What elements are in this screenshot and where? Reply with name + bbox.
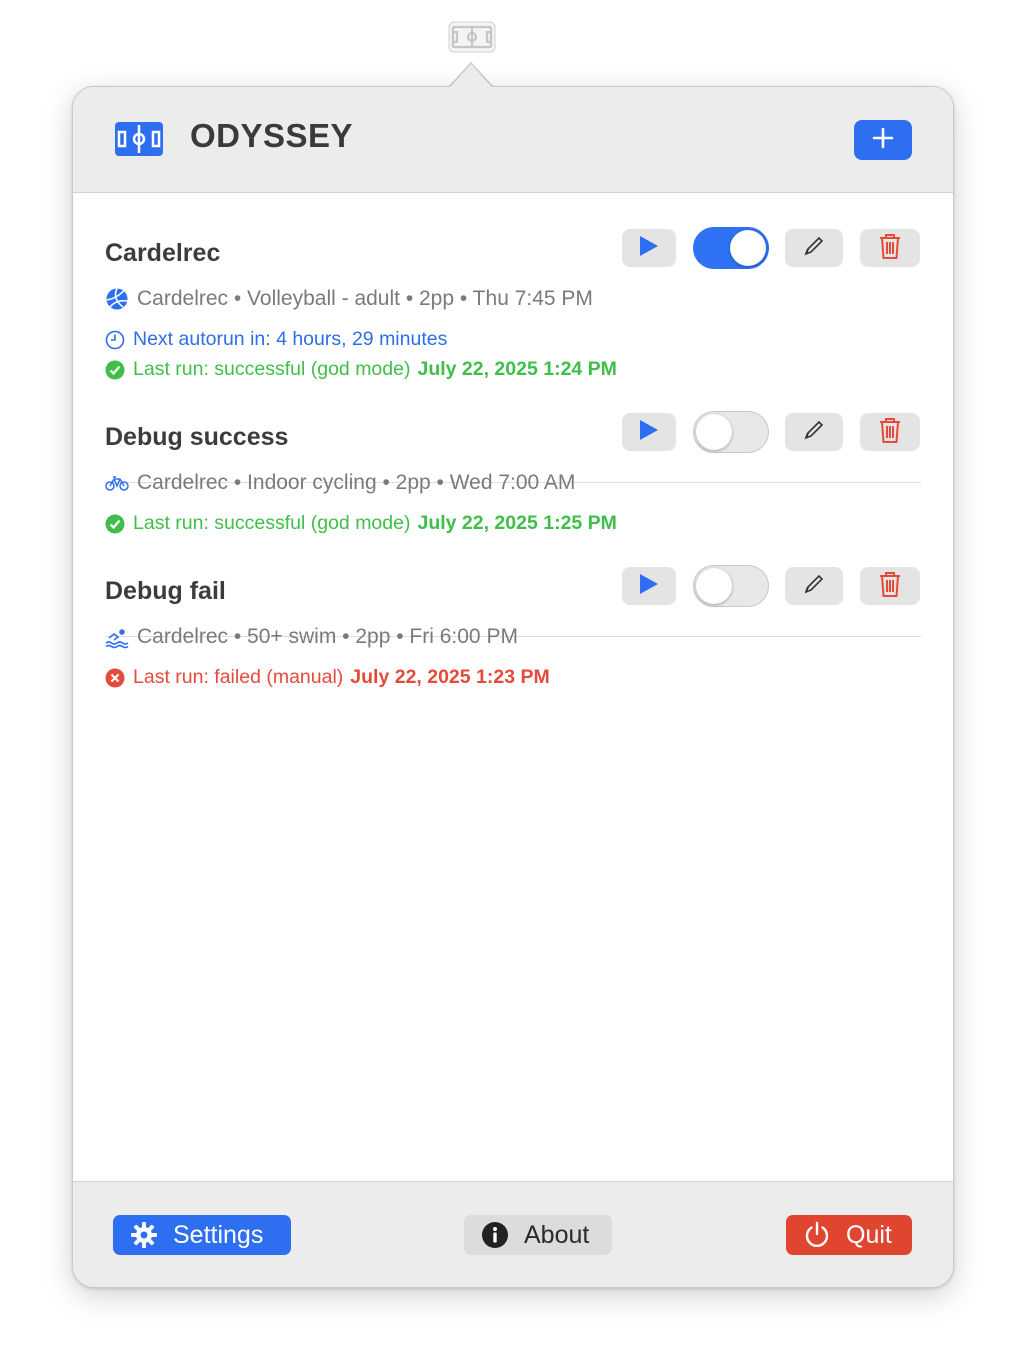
item-title: Debug success	[105, 423, 289, 451]
edit-button[interactable]	[785, 567, 843, 605]
about-button[interactable]: About	[464, 1215, 612, 1255]
toggle-knob	[696, 414, 732, 450]
pencil-icon	[803, 573, 825, 600]
next-autorun-text: Next autorun in: 4 hours, 29 minutes	[133, 328, 448, 350]
toggle-knob	[696, 568, 732, 604]
power-icon	[802, 1220, 832, 1250]
item-meta: Cardelrec • Volleyball - adult • 2pp • T…	[105, 287, 593, 311]
volleyball-icon	[105, 287, 129, 311]
last-run-line: Last run: successful (god mode) July 22,…	[105, 358, 617, 381]
check-circle-icon	[105, 360, 125, 380]
last-run-status: Last run: successful (god mode)	[133, 512, 411, 534]
info-icon	[480, 1220, 510, 1250]
play-icon	[639, 573, 659, 600]
enable-toggle[interactable]	[693, 227, 769, 269]
popover-arrow-fill	[450, 64, 492, 87]
check-circle-icon	[105, 514, 125, 534]
meta-text: Cardelrec • Indoor cycling • 2pp • Wed 7…	[137, 471, 576, 494]
popover-window: ODYSSEY Cardelrec Cardelrec • Volleyball…	[72, 86, 954, 1288]
run-button[interactable]	[622, 567, 676, 605]
last-run-line: Last run: failed (manual) July 22, 2025 …	[105, 666, 550, 689]
bicycle-icon	[105, 471, 129, 495]
plus-icon	[872, 127, 894, 154]
header: ODYSSEY	[73, 87, 953, 193]
x-circle-icon	[105, 668, 125, 688]
edit-button[interactable]	[785, 229, 843, 267]
app-title: ODYSSEY	[190, 117, 354, 154]
run-button[interactable]	[622, 229, 676, 267]
edit-button[interactable]	[785, 413, 843, 451]
next-autorun-line: Next autorun in: 4 hours, 29 minutes	[105, 328, 447, 351]
run-button[interactable]	[622, 413, 676, 451]
quit-button[interactable]: Quit	[786, 1215, 912, 1255]
delete-button[interactable]	[860, 413, 920, 451]
last-run-status: Last run: successful (god mode)	[133, 358, 411, 380]
enable-toggle[interactable]	[693, 565, 769, 607]
swimming-icon	[105, 625, 129, 649]
play-icon	[639, 419, 659, 446]
play-icon	[639, 235, 659, 262]
meta-text: Cardelrec • Volleyball - adult • 2pp • T…	[137, 287, 593, 310]
pencil-icon	[803, 419, 825, 446]
clock-icon	[105, 330, 125, 350]
footer: Settings About Quit	[73, 1181, 953, 1287]
menubar-field-icon[interactable]	[447, 20, 497, 54]
trash-icon	[878, 416, 902, 449]
last-run-time: July 22, 2025 1:23 PM	[350, 666, 550, 688]
last-run-line: Last run: successful (god mode) July 22,…	[105, 512, 617, 535]
item-meta: Cardelrec • Indoor cycling • 2pp • Wed 7…	[105, 471, 575, 495]
meta-text: Cardelrec • 50+ swim • 2pp • Fri 6:00 PM	[137, 625, 518, 648]
field-icon	[115, 122, 163, 156]
last-run-time: July 22, 2025 1:25 PM	[417, 512, 617, 534]
gear-icon	[129, 1220, 159, 1250]
pencil-icon	[803, 235, 825, 262]
quit-label: Quit	[846, 1220, 892, 1249]
last-run-time: July 22, 2025 1:24 PM	[417, 358, 617, 380]
last-run-status: Last run: failed (manual)	[133, 666, 344, 688]
delete-button[interactable]	[860, 567, 920, 605]
trash-icon	[878, 232, 902, 265]
settings-button[interactable]: Settings	[113, 1215, 291, 1255]
trash-icon	[878, 570, 902, 603]
item-title: Debug fail	[105, 577, 226, 605]
item-title: Cardelrec	[105, 239, 221, 267]
toggle-knob	[730, 230, 766, 266]
enable-toggle[interactable]	[693, 411, 769, 453]
item-meta: Cardelrec • 50+ swim • 2pp • Fri 6:00 PM	[105, 625, 518, 649]
delete-button[interactable]	[860, 229, 920, 267]
settings-label: Settings	[173, 1220, 264, 1249]
about-label: About	[524, 1220, 590, 1249]
add-button[interactable]	[854, 120, 912, 160]
